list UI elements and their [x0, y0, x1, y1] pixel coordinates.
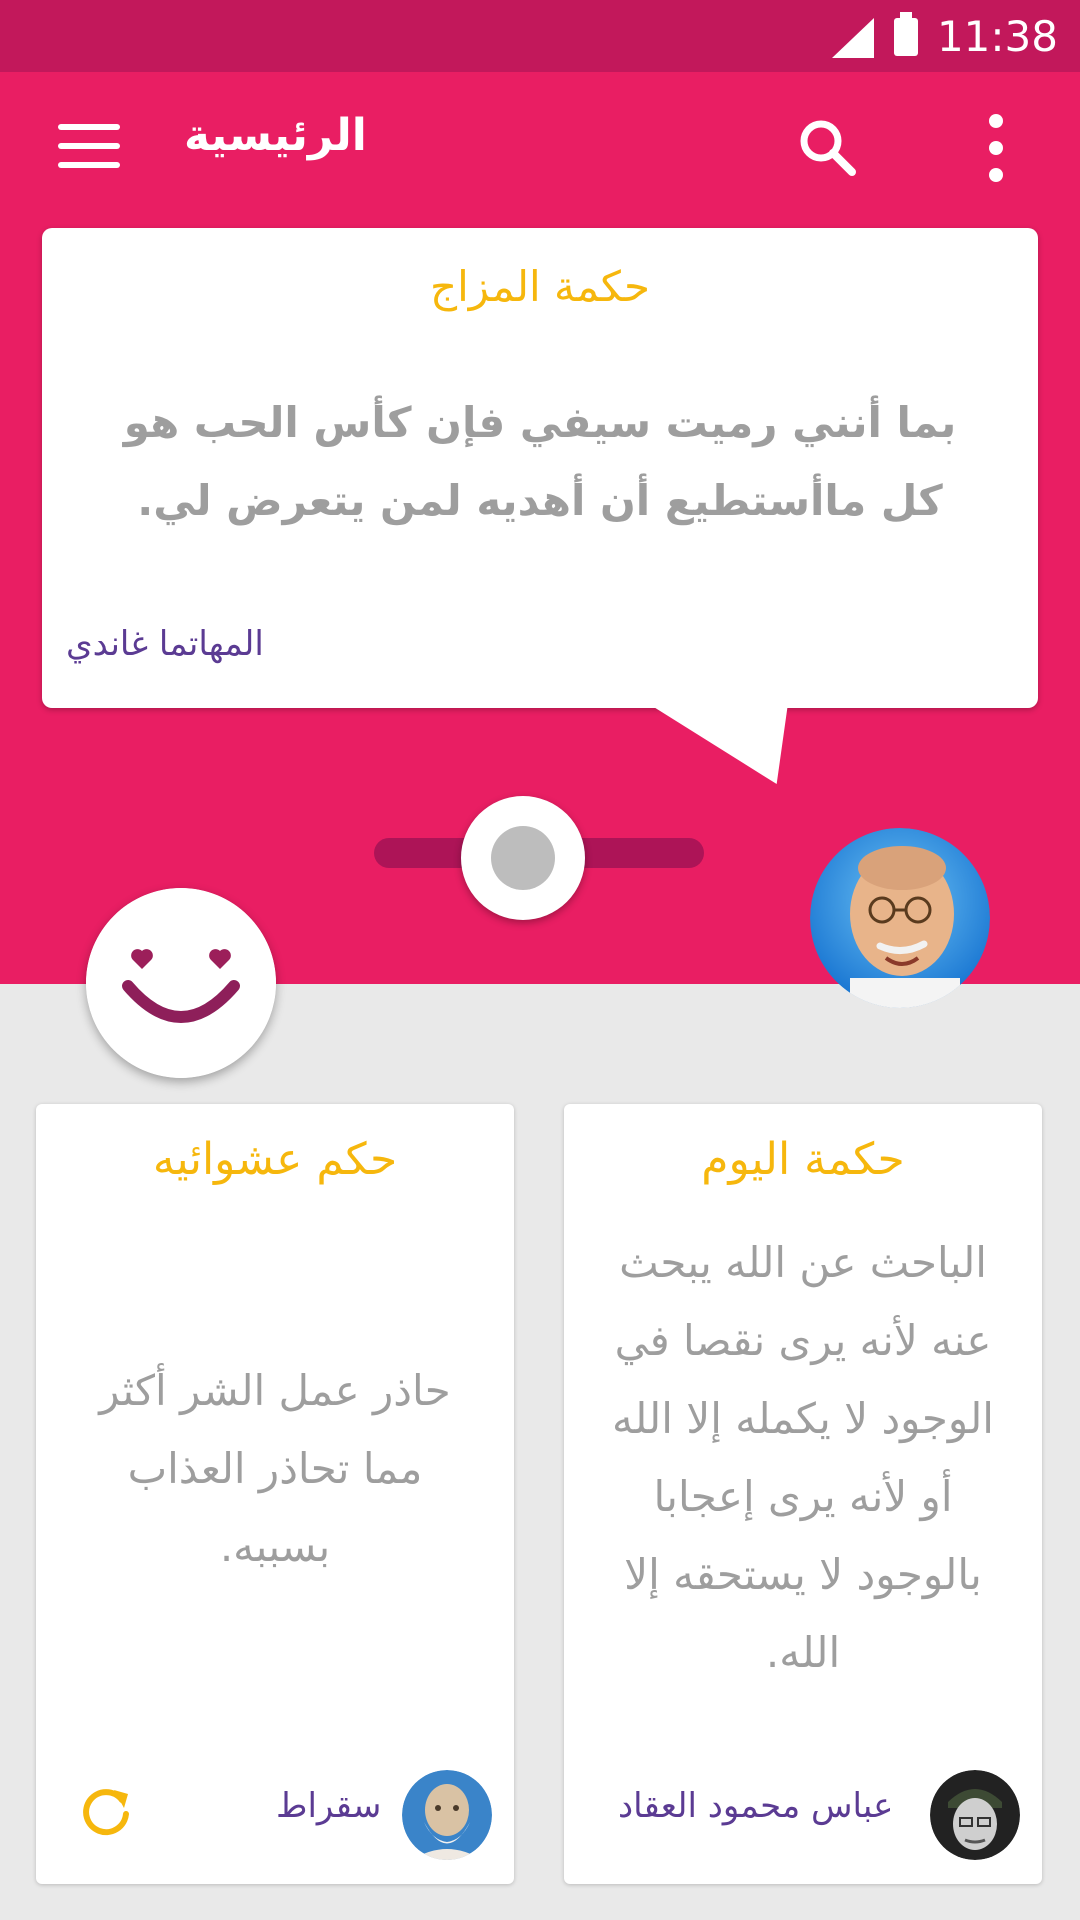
more-vert-icon[interactable] [980, 114, 1010, 182]
daily-quote-author[interactable]: عباس محمود العقاد [618, 1786, 893, 1826]
author-avatar[interactable] [810, 828, 990, 1008]
mood-quote-card[interactable]: حكمة المزاج بما أنني رميت سيفي فإن كأس ا… [42, 228, 1038, 708]
mood-quote-author[interactable]: المهاتما غاندي [66, 624, 264, 664]
hero-section: الرئيسية حكمة المزاج بما أنني رميت سيفي … [0, 72, 1080, 1008]
battery-icon [894, 12, 918, 56]
speech-bubble-tail [644, 708, 788, 784]
daily-card-title: حكمة اليوم [701, 1134, 905, 1185]
menu-icon[interactable] [58, 124, 122, 168]
random-card-title: حكم عشوائيه [152, 1134, 398, 1185]
status-bar: 11:38 [0, 0, 1080, 72]
signal-icon [832, 18, 874, 58]
mood-quote-text: بما أنني رميت سيفي فإن كأس الحب هو كل ما… [123, 398, 957, 525]
toolbar: الرئيسية [0, 72, 1080, 216]
mood-card-title: حكمة المزاج [429, 262, 650, 311]
random-quote-author[interactable]: سقراط [276, 1786, 381, 1826]
mood-slider-handle[interactable] [460, 796, 585, 920]
daily-quote-text: الباحث عن الله يبحث عنه لأنه يرى نقصا في… [612, 1238, 994, 1677]
aqqad-avatar[interactable] [930, 1770, 1020, 1860]
socrates-avatar[interactable] [402, 1770, 492, 1860]
random-quote-text: حاذر عمل الشر أكثر مما تحاذر العذاب بسبب… [99, 1366, 451, 1571]
smile-icon[interactable] [86, 888, 276, 1078]
status-time: 11:38 [936, 12, 1058, 61]
refresh-icon[interactable] [78, 1784, 134, 1840]
search-icon[interactable] [796, 116, 858, 178]
daily-quote-card[interactable]: حكمة اليوم الباحث عن الله يبحث عنه لأنه … [564, 1104, 1042, 1884]
page-title: الرئيسية [184, 110, 367, 161]
random-quote-card[interactable]: حكم عشوائيه حاذر عمل الشر أكثر مما تحاذر… [36, 1104, 514, 1884]
